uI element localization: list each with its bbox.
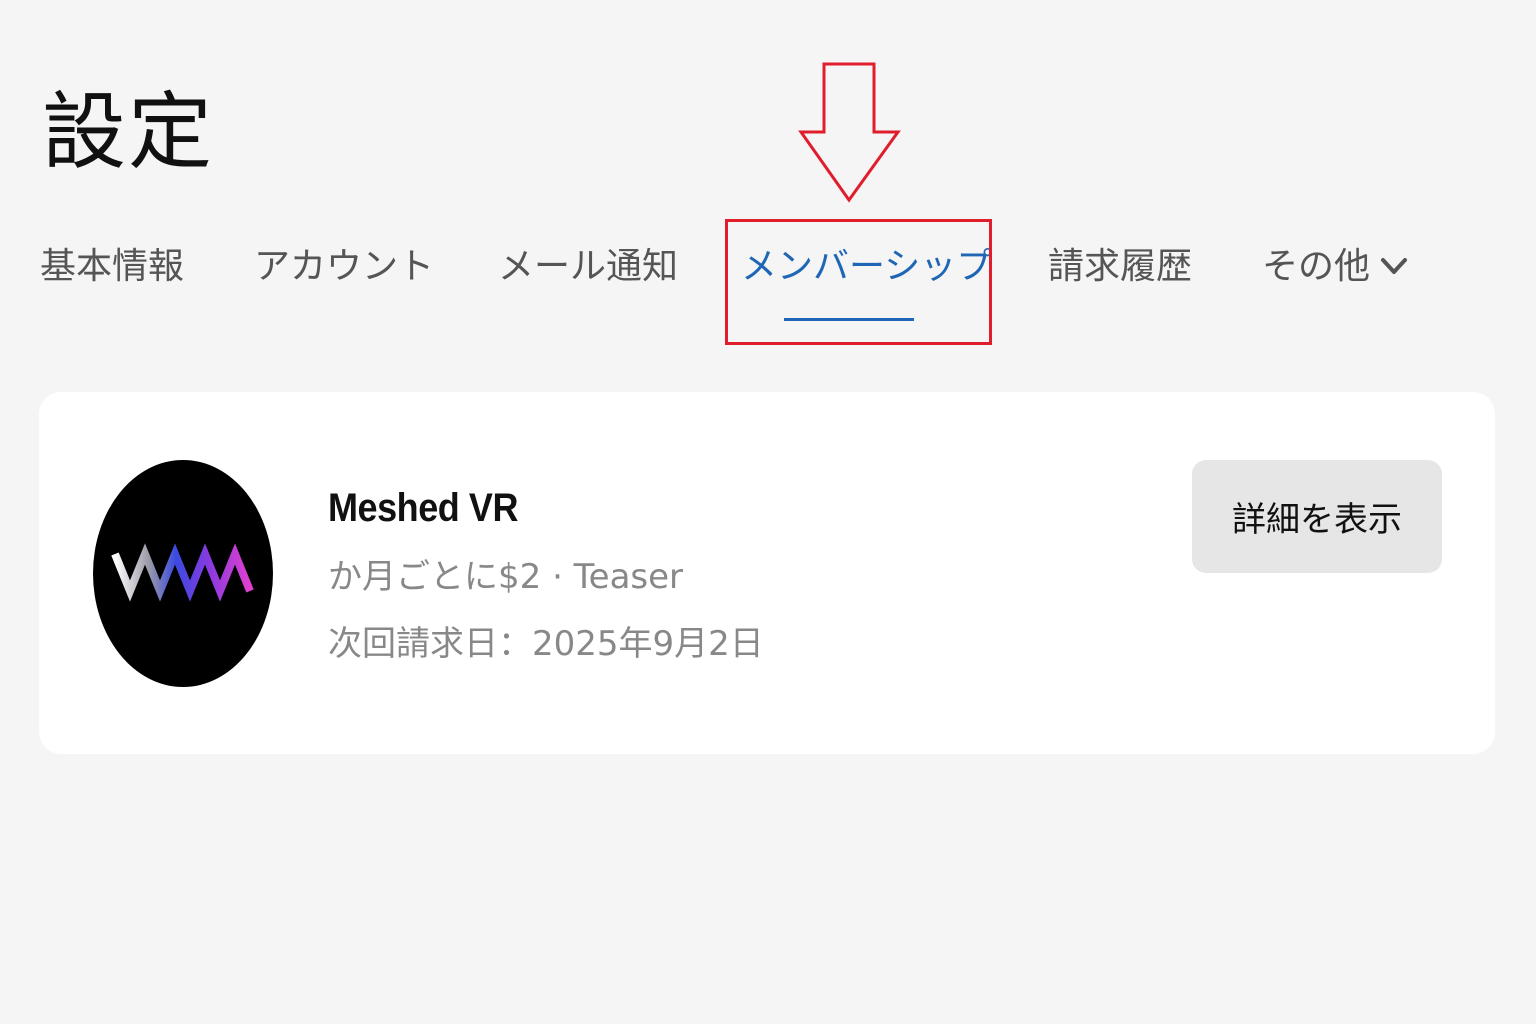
membership-next-billing-date: 次回請求日：2025年9月2日	[328, 624, 764, 664]
annotation-down-arrow-icon	[798, 62, 901, 203]
tab-account[interactable]: アカウント	[254, 232, 434, 302]
membership-name: Meshed VR	[328, 486, 518, 530]
meshed-vr-logo	[93, 460, 273, 687]
page-title: 設定	[42, 83, 215, 181]
tab-more-label: その他	[1262, 246, 1371, 287]
annotation-highlight-box	[725, 219, 992, 345]
tab-more[interactable]: その他	[1262, 232, 1408, 302]
chevron-down-icon	[1380, 230, 1408, 300]
tab-billing-history[interactable]: 請求履歴	[1048, 232, 1192, 302]
tab-basic-info[interactable]: 基本情報	[40, 232, 184, 302]
view-details-button[interactable]: 詳細を表示	[1192, 460, 1442, 573]
membership-price: か月ごとに$2 · Teaser	[328, 557, 684, 597]
tab-email-notifications[interactable]: メール通知	[498, 232, 678, 302]
